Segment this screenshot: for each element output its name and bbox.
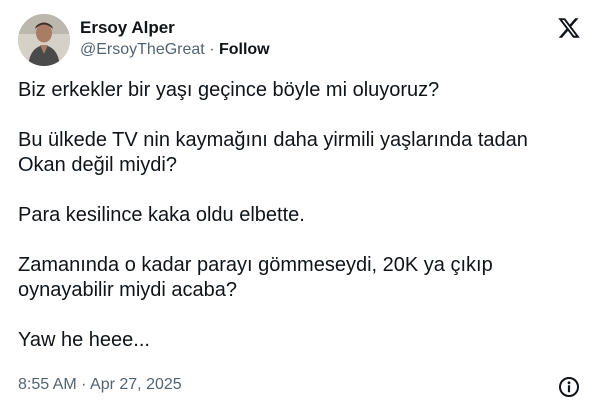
info-icon[interactable] xyxy=(558,376,580,398)
tweet-paragraph: Para kesilince kaka oldu elbette. xyxy=(18,204,305,226)
separator-dot: · xyxy=(209,41,215,58)
tweet-text: Biz erkekler bir yaşı geçince böyle mi o… xyxy=(18,78,580,353)
tweet-paragraph: Yaw he heee... xyxy=(18,329,150,351)
author-handle[interactable]: @ErsoyTheGreat xyxy=(80,41,205,58)
author-name[interactable]: Ersoy Alper xyxy=(80,18,175,38)
avatar[interactable] xyxy=(18,14,70,66)
tweet-paragraph: Bu ülkede TV nin kaymağını daha yirmili … xyxy=(18,129,528,176)
avatar-photo xyxy=(18,14,70,66)
tweet-card: Ersoy Alper @ErsoyTheGreat · Follow Biz … xyxy=(0,0,600,416)
tweet-timestamp[interactable]: 8:55 AM · Apr 27, 2025 xyxy=(18,376,182,394)
follow-button[interactable]: Follow xyxy=(219,41,270,58)
author-meta: @ErsoyTheGreat · Follow xyxy=(80,41,270,59)
tweet-paragraph: Zamanında o kadar parayı gömmeseydi, 20K… xyxy=(18,254,493,301)
x-logo-icon[interactable] xyxy=(557,16,581,40)
tweet-paragraph: Biz erkekler bir yaşı geçince böyle mi o… xyxy=(18,79,440,101)
